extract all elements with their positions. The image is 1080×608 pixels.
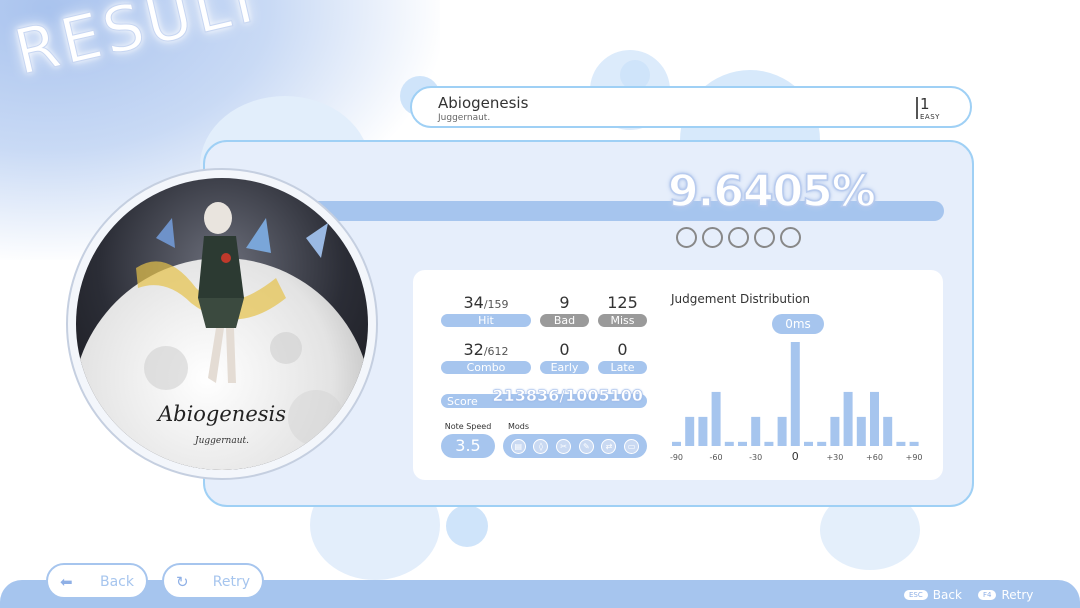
distribution-tick-label: -60 xyxy=(710,453,723,462)
distribution-tick-label: -30 xyxy=(749,453,762,462)
mods-bar: ▤ ◊ ✂ ✎ ⇄ ▭ xyxy=(503,434,647,458)
early-label: Early xyxy=(540,361,589,374)
song-artist: Juggernaut. xyxy=(438,113,491,123)
distribution-bar xyxy=(711,391,721,446)
distribution-bar xyxy=(817,441,827,446)
jacket-title: Abiogenesis xyxy=(157,402,287,426)
distribution-bar xyxy=(870,391,879,446)
bad-label: Bad xyxy=(540,314,589,327)
f4-key: F4 xyxy=(978,590,997,600)
distribution-bar xyxy=(843,391,853,446)
hint-back-label: Back xyxy=(932,588,962,602)
distribution-bar xyxy=(751,416,761,446)
difficulty-divider xyxy=(916,97,918,119)
retry-button-label: Retry xyxy=(212,574,250,590)
film-icon: ▤ xyxy=(510,438,526,454)
judgement-distribution-chart: -90 -60 -30 0 +30 +60 +90 xyxy=(670,342,923,463)
miss-stat: 125 Miss xyxy=(598,292,647,327)
song-title: Abiogenesis xyxy=(438,94,529,112)
late-value: 0 xyxy=(617,340,628,359)
refresh-icon: ↻ xyxy=(176,573,189,591)
combo-count: 32 xyxy=(463,340,484,359)
difficulty-level: 1 xyxy=(920,95,930,113)
jacket-illustration xyxy=(76,178,368,470)
retry-button[interactable]: ↻ Retry xyxy=(162,563,264,599)
distribution-bar xyxy=(883,416,893,446)
distribution-tick-label: -90 xyxy=(670,453,683,462)
monitor-icon: ▭ xyxy=(624,438,640,454)
mods-label: Mods xyxy=(508,422,530,431)
score-value: 213836/1005100 xyxy=(492,386,643,406)
distribution-bar xyxy=(909,441,919,446)
distribution-tick-label: +90 xyxy=(906,453,923,462)
bad-stat: 9 Bad xyxy=(540,292,589,327)
rank-circle xyxy=(780,227,801,248)
note-speed-value: 3.5 xyxy=(441,434,495,458)
shield-icon: ◊ xyxy=(533,438,549,454)
rank-circle xyxy=(754,227,775,248)
bg-bubble xyxy=(446,505,488,547)
scissors-icon: ✂ xyxy=(556,438,572,454)
accuracy-value: 9.6405% xyxy=(667,165,876,218)
distribution-tick-label: 0 xyxy=(792,450,799,463)
distribution-bar xyxy=(896,441,906,446)
hit-value: 34/159 xyxy=(441,292,531,314)
difficulty-name: EASY xyxy=(920,113,940,121)
late-stat: 0 Late xyxy=(598,339,647,374)
distribution-bar xyxy=(830,416,840,446)
distribution-tick-label: +30 xyxy=(826,453,843,462)
zero-ms-badge: 0ms xyxy=(772,314,824,334)
hit-total: /159 xyxy=(483,298,509,311)
combo-total: /612 xyxy=(483,345,509,358)
back-button[interactable]: ⬅ Back xyxy=(46,563,148,599)
early-value: 0 xyxy=(559,340,570,359)
hit-stat: 34/159 Hit xyxy=(441,292,531,327)
back-button-label: Back xyxy=(100,574,134,590)
hint-back[interactable]: ESC Back xyxy=(904,588,962,602)
distribution-bar xyxy=(685,416,695,446)
combo-label: Combo xyxy=(441,361,531,374)
song-info-bar: Abiogenesis Juggernaut. 1 EASY xyxy=(410,86,972,128)
distribution-bar xyxy=(724,441,734,446)
distribution-bar xyxy=(764,441,774,446)
miss-label: Miss xyxy=(598,314,647,327)
note-speed-label: Note Speed xyxy=(444,422,492,431)
distribution-bar xyxy=(777,416,787,446)
early-stat: 0 Early xyxy=(540,339,589,374)
song-jacket-art: Abiogenesis Juggernaut. xyxy=(76,178,368,470)
distribution-tick-label: +60 xyxy=(866,453,883,462)
hit-label: Hit xyxy=(441,314,531,327)
swap-icon: ⇄ xyxy=(601,438,617,454)
esc-key: ESC xyxy=(904,590,928,600)
distribution-bar xyxy=(672,441,681,446)
rank-indicators xyxy=(676,227,801,248)
arrow-left-icon: ⬅ xyxy=(60,573,73,591)
combo-stat: 32/612 Combo xyxy=(441,339,531,374)
jacket-artist: Juggernaut. xyxy=(195,436,249,446)
distribution-bar xyxy=(698,416,708,446)
score-label: Score xyxy=(447,395,478,408)
combo-value: 32/612 xyxy=(441,339,531,361)
late-label: Late xyxy=(598,361,647,374)
rank-circle xyxy=(728,227,749,248)
miss-value: 125 xyxy=(607,293,638,312)
distribution-bar xyxy=(790,342,800,446)
distribution-bar xyxy=(738,441,747,446)
distribution-title: Judgement Distribution xyxy=(671,292,810,306)
rank-circle xyxy=(676,227,697,248)
distribution-bar xyxy=(804,441,813,446)
distribution-bar xyxy=(856,416,866,446)
pencil-icon: ✎ xyxy=(578,438,594,454)
hit-count: 34 xyxy=(463,293,484,312)
hint-retry[interactable]: F4 Retry xyxy=(978,588,1033,602)
bad-value: 9 xyxy=(559,293,570,312)
hint-retry-label: Retry xyxy=(1001,588,1034,602)
rank-circle xyxy=(702,227,723,248)
